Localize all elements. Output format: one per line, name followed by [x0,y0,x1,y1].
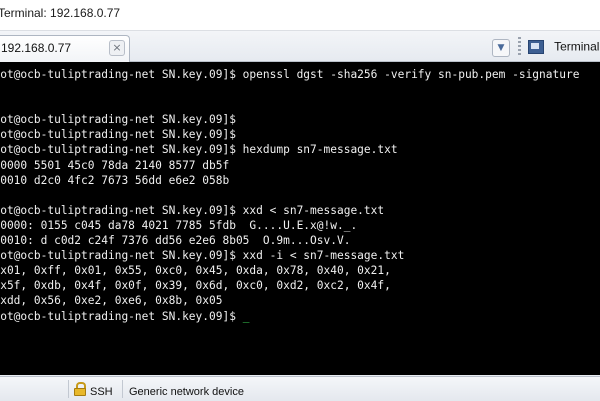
tab-label: 192.168.0.77 [1,41,72,55]
terminal-line: 0xdd, 0x56, 0xe2, 0xe6, 0x8b, 0x05 [0,294,223,308]
terminal-line: 0000000 5501 45c0 78da 2140 8577 db5f [0,158,230,172]
status-device: Generic network device [129,380,369,398]
terminal-line: 0x5f, 0xdb, 0x4f, 0x0f, 0x39, 0x6d, 0xc0… [0,279,391,293]
terminal-line: 0000000: 0155 c045 da78 4021 7785 5fdb G… [0,218,358,232]
chevron-down-icon[interactable]: ▼ [492,39,510,57]
tab-strip: 192.168.0.77 × ▼ Terminal ▾ [0,31,600,62]
terminal-line: [root@ocb-tuliptrading-net SN.key.09]$ [0,113,236,127]
application-window: Terminal: 192.168.0.77 192.168.0.77 × ▼ … [0,0,600,401]
terminal-lines: [root@ocb-tuliptrading-net SN.key.09]$ o… [0,67,579,324]
protocol-label: SSH [90,386,113,398]
terminal-line: 0000010: d c0d2 c24f 7376 dd56 e2e6 8b05… [0,234,351,248]
tab-session[interactable]: 192.168.0.77 × [0,35,130,62]
status-segment-empty [0,380,69,398]
terminal-line: 0x01, 0xff, 0x01, 0x55, 0xc0, 0x45, 0xda… [0,264,391,278]
window-title: Terminal: 192.168.0.77 [0,6,121,20]
terminal-menu-button[interactable]: Terminal ▾ [528,36,600,58]
terminal-line: [root@ocb-tuliptrading-net SN.key.09]$ o… [0,68,580,81]
terminal-menu-label: Terminal [554,39,600,54]
terminal-line: [root@ocb-tuliptrading-net SN.key.09]$ x… [0,203,385,217]
toolbar-separator [518,37,521,57]
terminal-line: [root@ocb-tuliptrading-net SN.key.09]$ x… [0,249,405,263]
terminal-cursor: _ [242,309,250,323]
terminal-line: [root@ocb-tuliptrading-net SN.key.09]$ _ [0,309,250,323]
terminal-output[interactable]: [root@ocb-tuliptrading-net SN.key.09]$ o… [0,62,600,375]
status-protocol: SSH [90,380,123,398]
title-bar: Terminal: 192.168.0.77 [0,0,600,31]
device-label: Generic network device [129,386,244,398]
terminal-icon [528,39,544,54]
lock-icon [74,382,86,396]
status-bar: SSH Generic network device [0,376,600,401]
terminal-line: [root@ocb-tuliptrading-net SN.key.09]$ [0,128,236,142]
terminal-line: 0000010 d2c0 4fc2 7673 56dd e6e2 058b [0,173,230,187]
terminal-line: [root@ocb-tuliptrading-net SN.key.09]$ h… [0,143,398,157]
close-icon[interactable]: × [109,40,125,56]
